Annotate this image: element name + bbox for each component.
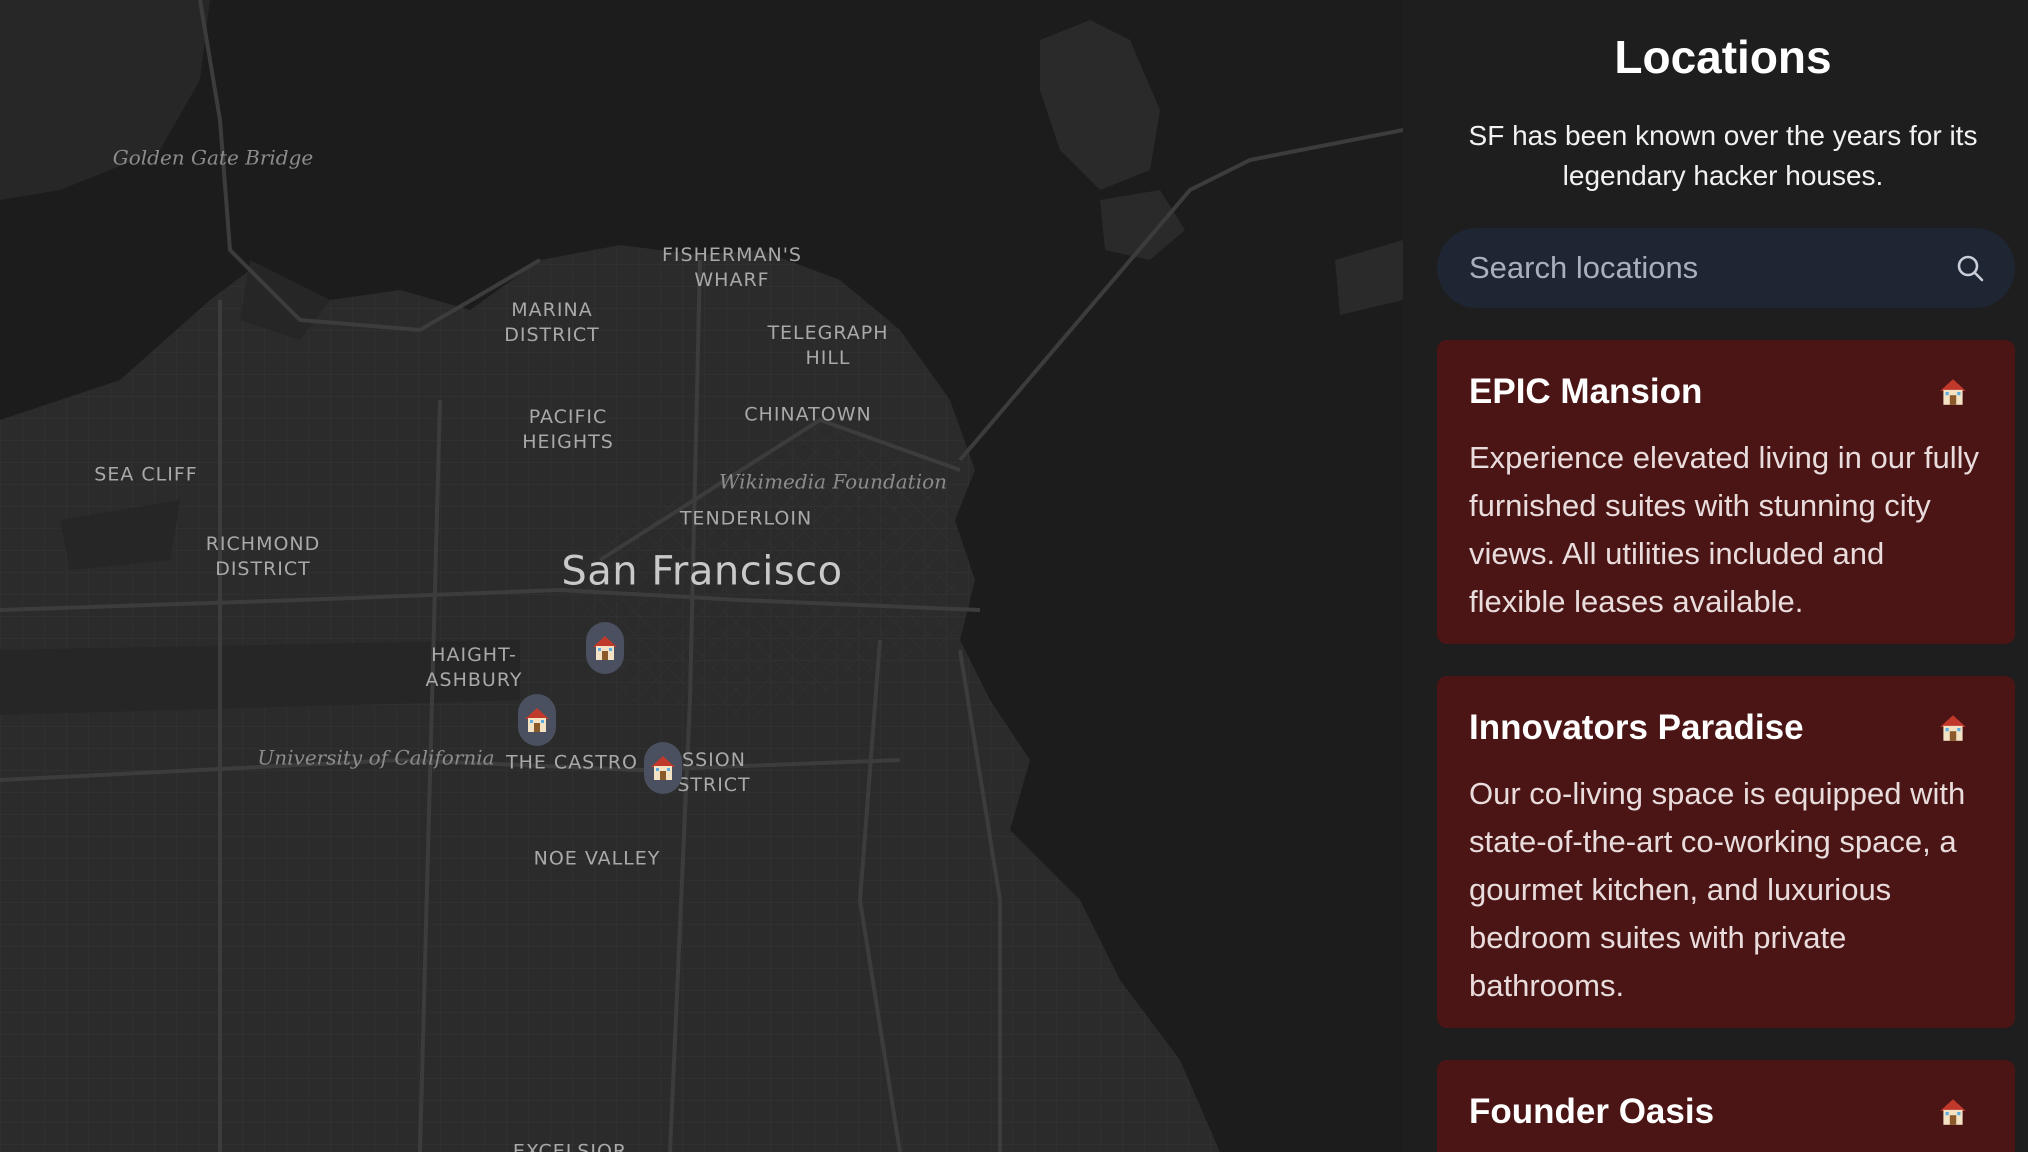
locations-sidebar: Locations SF has been known over the yea… xyxy=(1403,0,2028,1152)
house-icon xyxy=(593,636,617,660)
search-bar[interactable] xyxy=(1437,228,2015,308)
map-label-telegraph-hill: TELEGRAPH HILL xyxy=(767,322,889,369)
location-card[interactable]: EPIC Mansion Experience elevated living … xyxy=(1437,340,2015,644)
location-card-title: Innovators Paradise xyxy=(1469,708,1804,747)
search-input[interactable] xyxy=(1469,250,1955,286)
map-label-sea-cliff: SEA CLIFF xyxy=(94,463,198,486)
location-card-description: Experience elevated living in our fully … xyxy=(1469,440,1980,619)
map-label-san-francisco: San Francisco xyxy=(561,548,843,595)
house-icon xyxy=(1940,715,1966,741)
map-label-pacific-heights: PACIFIC HEIGHTS xyxy=(522,406,614,453)
location-card[interactable]: Founder Oasis xyxy=(1437,1060,2015,1152)
page-title: Locations xyxy=(1614,31,1832,83)
map-label-mission-district: SSION STRICT xyxy=(677,749,751,796)
map-marker-house[interactable] xyxy=(518,694,556,746)
map-view[interactable]: Golden Gate Bridge FISHERMAN'S WHARF MAR… xyxy=(0,0,1403,1152)
map-label-tenderloin: TENDERLOIN xyxy=(679,507,813,530)
map-label-university-of-california: University of California xyxy=(257,745,495,770)
page-subtitle: SF has been known over the years for its… xyxy=(1468,120,1978,191)
house-icon xyxy=(525,708,549,732)
location-card-title: Founder Oasis xyxy=(1469,1092,1715,1131)
location-card-description: Our co-living space is equipped with sta… xyxy=(1469,776,1966,1003)
location-card-title: EPIC Mansion xyxy=(1469,372,1703,411)
house-icon xyxy=(1940,1099,1966,1125)
map-label-richmond-district: RICHMOND DISTRICT xyxy=(205,533,321,580)
map-label-wikimedia-foundation: Wikimedia Foundation xyxy=(718,469,948,494)
house-icon xyxy=(1940,379,1966,405)
map-label-fishermans-wharf: FISHERMAN'S WHARF xyxy=(662,244,802,291)
map-label-marina-district: MARINA DISTRICT xyxy=(504,299,600,346)
map-marker-house[interactable] xyxy=(644,742,682,794)
map-label-haight-ashbury: HAIGHT- ASHBURY xyxy=(425,644,523,691)
map-label-excelsior: EXCELSIOR xyxy=(512,1140,628,1152)
location-card[interactable]: Innovators Paradise Our co-living space … xyxy=(1437,676,2015,1028)
map-label-golden-gate-bridge: Golden Gate Bridge xyxy=(112,145,314,170)
map-label-noe-valley: NOE VALLEY xyxy=(533,847,661,870)
search-icon[interactable] xyxy=(1955,253,1985,283)
map-label-the-castro: THE CASTRO xyxy=(505,751,639,774)
map-label-chinatown: CHINATOWN xyxy=(744,403,872,426)
map-marker-house[interactable] xyxy=(586,622,624,674)
house-icon xyxy=(651,756,675,780)
